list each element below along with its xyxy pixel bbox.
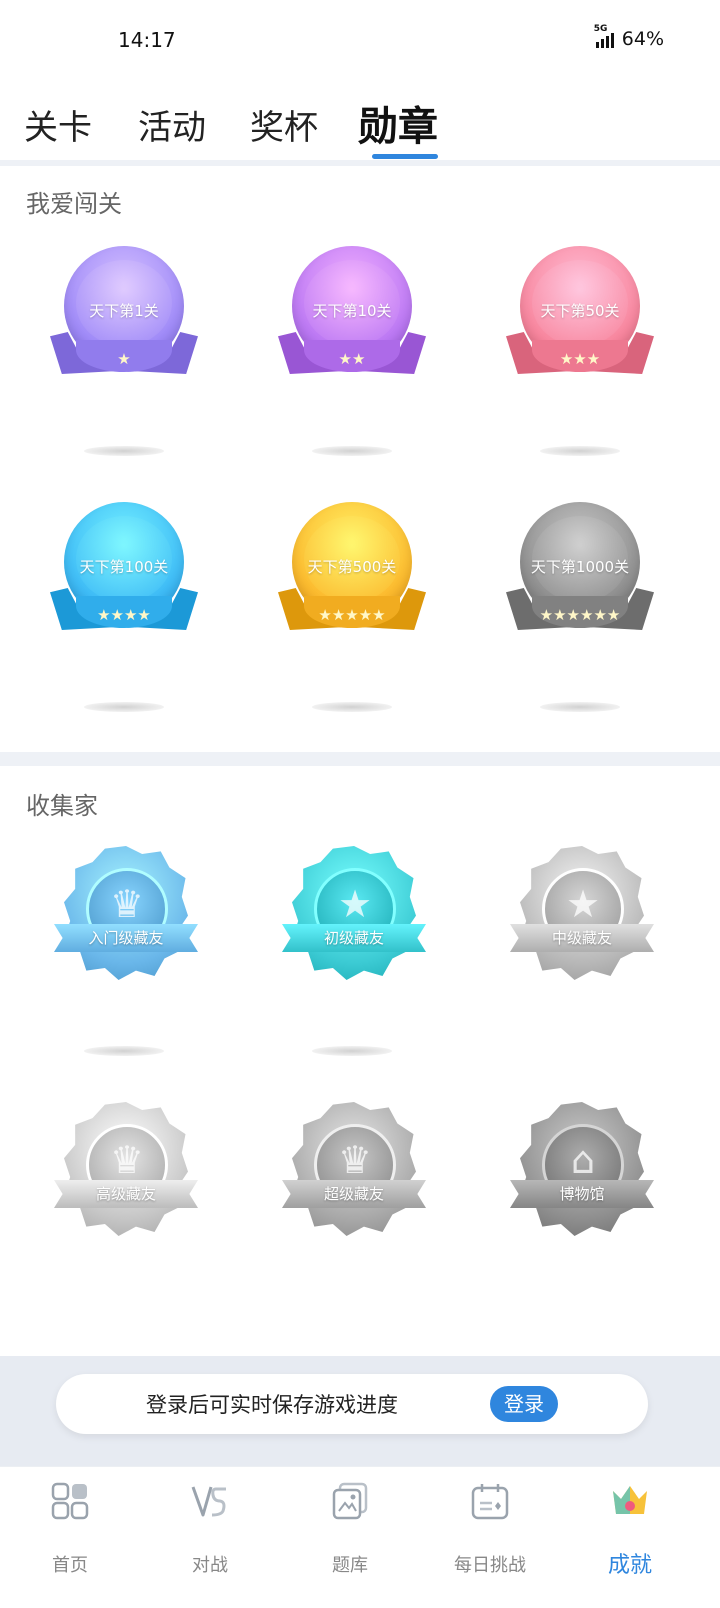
collector-badge-1[interactable]: ♛ 入门级藏友 bbox=[34, 846, 214, 1086]
nav-label-home: 首页 bbox=[52, 1555, 88, 1576]
battery-level: 64% bbox=[621, 28, 664, 50]
seal-badge: ♛ 入门级藏友 bbox=[54, 846, 198, 986]
badge-label: 天下第10关 bbox=[312, 302, 392, 320]
nav-item-question-bank[interactable]: 题库 bbox=[295, 1481, 405, 1581]
tab-levels[interactable]: 关卡 bbox=[24, 100, 92, 149]
network-type: 5G bbox=[593, 24, 608, 34]
medal-icon: 天下第1关 ★ bbox=[50, 246, 198, 386]
badge-shadow bbox=[312, 446, 392, 456]
nav-item-achievements[interactable]: 成就 bbox=[575, 1481, 685, 1581]
badge-label: 入门级藏友 bbox=[88, 929, 164, 947]
status-indicators: 5G 64% bbox=[594, 24, 664, 50]
tabs-divider bbox=[0, 160, 720, 166]
collector-badge-2[interactable]: ★ 初级藏友 bbox=[262, 846, 442, 1086]
bottom-nav: 首页 对战 题库 每日挑战 成就 bbox=[0, 1466, 720, 1608]
medal-icon: 天下第100关 ★★★★ bbox=[50, 502, 198, 642]
badge-shadow bbox=[84, 446, 164, 456]
badge-shadow bbox=[540, 446, 620, 456]
badge-label: 高级藏友 bbox=[95, 1185, 156, 1203]
badge-label: 初级藏友 bbox=[323, 929, 384, 947]
level-badge-4[interactable]: 天下第100关 ★★★★ bbox=[34, 502, 214, 742]
badge-label: 天下第1000关 bbox=[530, 558, 630, 576]
badge-shadow bbox=[312, 1046, 392, 1056]
level-badge-6[interactable]: 天下第1000关 ★★★★★★ bbox=[490, 502, 670, 742]
star-rating: ★★★★★★ bbox=[539, 606, 621, 624]
star-rating: ★★★★★ bbox=[318, 606, 386, 624]
collector-badge-6[interactable]: ⌂ 博物馆 bbox=[490, 1102, 670, 1342]
status-time: 14:17 bbox=[118, 28, 176, 52]
section-divider bbox=[0, 752, 720, 766]
star-icon: ★ bbox=[565, 882, 601, 926]
nav-item-battle[interactable]: 对战 bbox=[155, 1481, 265, 1581]
vs-icon bbox=[191, 1486, 226, 1517]
seal-badge: ♛ 超级藏友 bbox=[282, 1102, 426, 1242]
collector-badge-5[interactable]: ♛ 超级藏友 bbox=[262, 1102, 442, 1342]
badge-shadow bbox=[84, 702, 164, 712]
tab-medals[interactable]: 勋章 bbox=[358, 94, 438, 152]
level-badge-3[interactable]: 天下第50关 ★★★ bbox=[490, 246, 670, 486]
badge-label: 中级藏友 bbox=[551, 929, 612, 947]
badge-shadow bbox=[540, 702, 620, 712]
star-rating: ★★ bbox=[338, 350, 366, 368]
badge-label: 博物馆 bbox=[559, 1185, 605, 1203]
section-title-level: 我爱闯关 bbox=[26, 190, 122, 218]
nav-label-daily-challenge: 每日挑战 bbox=[454, 1555, 526, 1576]
nav-item-daily-challenge[interactable]: 每日挑战 bbox=[435, 1481, 545, 1581]
section-title-collector: 收集家 bbox=[26, 792, 98, 820]
nav-item-home[interactable]: 首页 bbox=[15, 1481, 125, 1581]
medal-icon: 天下第10关 ★★ bbox=[278, 246, 426, 386]
badge-label: 天下第100关 bbox=[79, 558, 169, 576]
collector-badge-3[interactable]: ★ 中级藏友 bbox=[490, 846, 670, 1086]
level-badge-5[interactable]: 天下第500关 ★★★★★ bbox=[262, 502, 442, 742]
collector-badge-4[interactable]: ♛ 高级藏友 bbox=[34, 1102, 214, 1342]
seal-badge: ♛ 高级藏友 bbox=[54, 1102, 198, 1242]
crown-icon: ♛ bbox=[337, 1138, 373, 1182]
calendar-icon bbox=[471, 1484, 509, 1520]
nav-label-question-bank: 题库 bbox=[332, 1555, 368, 1576]
star-rating: ★ bbox=[117, 350, 131, 368]
level-badge-2[interactable]: 天下第10关 ★★ bbox=[262, 246, 442, 486]
badge-label: 天下第500关 bbox=[307, 558, 397, 576]
active-tab-indicator bbox=[372, 154, 438, 159]
crown-icon: ♛ bbox=[109, 882, 145, 926]
login-prompt-text: 登录后可实时保存游戏进度 bbox=[146, 1393, 398, 1417]
tab-trophies[interactable]: 奖杯 bbox=[250, 100, 318, 149]
badge-shadow bbox=[312, 702, 392, 712]
nav-label-achievements: 成就 bbox=[607, 1553, 652, 1578]
badge-label: 天下第1关 bbox=[89, 302, 159, 320]
badge-shadow bbox=[84, 1046, 164, 1056]
medal-icon: 天下第1000关 ★★★★★★ bbox=[506, 502, 654, 642]
star-rating: ★★★★ bbox=[97, 606, 151, 624]
tab-activities[interactable]: 活动 bbox=[138, 100, 206, 149]
star-rating: ★★★ bbox=[559, 350, 601, 368]
picture-stack-icon bbox=[332, 1482, 368, 1520]
museum-icon: ⌂ bbox=[570, 1138, 596, 1182]
nav-label-battle: 对战 bbox=[192, 1555, 228, 1576]
seal-badge: ⌂ 博物馆 bbox=[510, 1102, 654, 1242]
badge-label: 超级藏友 bbox=[323, 1185, 384, 1203]
crown-icon: ♛ bbox=[109, 1138, 145, 1182]
seal-badge: ★ 中级藏友 bbox=[510, 846, 654, 986]
signal-icon: 5G bbox=[594, 24, 614, 48]
medal-icon: 天下第500关 ★★★★★ bbox=[278, 502, 426, 642]
top-tabs: 关卡 活动 奖杯 勋章 bbox=[0, 92, 720, 162]
star-icon: ★ bbox=[337, 882, 373, 926]
seal-badge: ★ 初级藏友 bbox=[282, 846, 426, 986]
medal-icon: 天下第50关 ★★★ bbox=[506, 246, 654, 386]
grid-icon bbox=[51, 1482, 89, 1520]
crown-icon bbox=[613, 1486, 647, 1514]
badge-label: 天下第50关 bbox=[540, 302, 620, 320]
login-button[interactable]: 登录 bbox=[490, 1386, 558, 1422]
status-bar: 14:17 5G 64% bbox=[0, 0, 720, 80]
level-badge-1[interactable]: 天下第1关 ★ bbox=[34, 246, 214, 486]
login-banner[interactable]: 登录后可实时保存游戏进度 登录 bbox=[56, 1374, 648, 1434]
